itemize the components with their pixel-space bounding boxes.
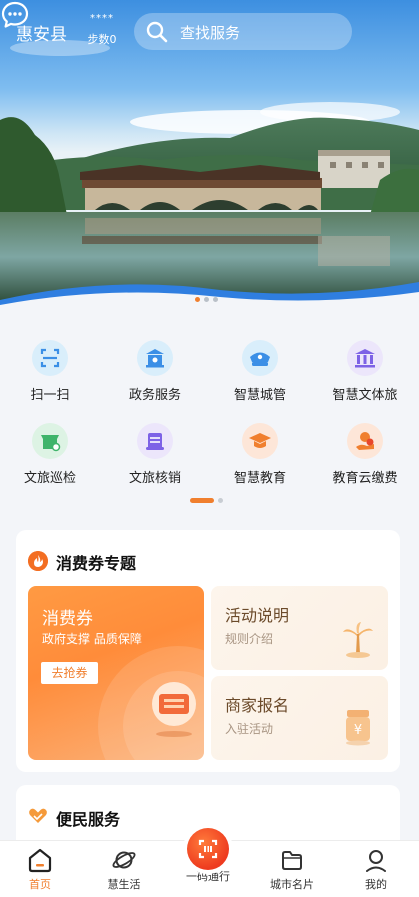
grid-item-education-payment[interactable]: 教育云缴费 <box>315 423 415 486</box>
planet-icon <box>112 851 136 869</box>
grid-page-indicator-active[interactable] <box>190 498 214 503</box>
home-icon <box>28 848 52 873</box>
tab-city-card[interactable]: 城市名片 <box>257 847 327 892</box>
coupon-main-subtitle: 政府支撑 品质保障 <box>42 632 142 646</box>
merchant-title: 商家报名 <box>225 696 290 715</box>
activity-title: 活动说明 <box>225 606 290 625</box>
qrcode-scan-icon <box>198 839 218 859</box>
grid-item-label: 扫一扫 <box>30 388 70 403</box>
grab-coupon-button[interactable]: 去抢券 <box>41 662 98 684</box>
tab-mine[interactable]: 我的 <box>341 847 411 892</box>
payment-hand-icon <box>347 423 383 459</box>
banner-dot[interactable] <box>213 297 218 302</box>
grid-item-label: 文旅核销 <box>128 471 181 486</box>
fire-icon <box>28 551 48 571</box>
grid-item-label: 智慧教育 <box>233 471 286 486</box>
tab-label: 一码通行 <box>186 870 230 883</box>
activity-subtitle: 规则介绍 <box>225 632 274 646</box>
weather-stars: **** <box>90 13 114 24</box>
coupon-section: 消费券专题 消费券 政府支撑 品质保障 去抢券 活动说明 规则介绍 商家报名 入… <box>16 530 400 772</box>
user-icon <box>366 850 386 872</box>
grid-item-education[interactable]: 智慧教育 <box>210 423 310 486</box>
grid-item-label: 智慧城管 <box>233 388 286 403</box>
tab-label: 慧生活 <box>107 878 141 891</box>
grid-item-label: 教育云缴费 <box>332 471 398 486</box>
grid-item-culture-tourism[interactable]: 智慧文体旅 <box>315 340 415 403</box>
museum-icon <box>347 340 383 376</box>
tab-home[interactable]: 首页 <box>5 847 75 892</box>
grid-item-label: 智慧文体旅 <box>332 388 398 403</box>
search-placeholder: 查找服务 <box>180 24 241 42</box>
coupon-section-title: 消费券专题 <box>56 554 137 573</box>
grid-item-inspection[interactable]: 文旅巡检 <box>0 423 100 486</box>
weather-steps-widget[interactable]: **** 步数0 <box>82 13 122 47</box>
search-icon <box>146 21 168 43</box>
banner-pagination <box>195 297 218 302</box>
coupon-main-title: 消费券 <box>42 609 93 629</box>
grid-item-government[interactable]: 政务服务 <box>105 340 205 403</box>
activity-description-card[interactable]: 活动说明 规则介绍 <box>211 586 388 670</box>
convenience-service-title: 便民服务 <box>56 810 121 829</box>
grid-item-verification[interactable]: 文旅核销 <box>105 423 205 486</box>
money-jar-icon: ¥ <box>346 710 370 746</box>
tab-label: 我的 <box>365 878 387 891</box>
police-cap-icon <box>242 340 278 376</box>
government-icon <box>137 340 173 376</box>
folder-icon <box>282 851 302 870</box>
grid-item-label: 政务服务 <box>128 388 181 403</box>
qrcode-scan-button[interactable] <box>187 828 229 870</box>
grid-page-indicator[interactable] <box>218 498 223 503</box>
tab-smart-life[interactable]: 慧生活 <box>89 847 159 892</box>
grid-item-urban-management[interactable]: 智慧城管 <box>210 340 310 403</box>
banner-dot[interactable] <box>204 297 209 302</box>
top-bar: 惠安县 **** 步数0 查找服务 <box>0 0 419 64</box>
search-bar[interactable]: 查找服务 <box>134 13 352 50</box>
helping-hand-heart-icon <box>29 808 47 823</box>
scan-icon <box>32 340 68 376</box>
coupon-main-card[interactable]: 消费券 政府支撑 品质保障 去抢券 <box>28 586 204 760</box>
step-count: 步数0 <box>87 33 117 46</box>
grid-pagination <box>190 498 223 503</box>
tab-label: 城市名片 <box>270 878 314 891</box>
svg-text:¥: ¥ <box>354 723 362 738</box>
ticket-stack-icon <box>137 423 173 459</box>
tab-label: 首页 <box>29 878 51 891</box>
grid-item-scan[interactable]: 扫一扫 <box>0 340 100 403</box>
merchant-signup-card[interactable]: 商家报名 入驻活动 ¥ <box>211 676 388 760</box>
shop-inspect-icon <box>32 423 68 459</box>
graduation-cap-icon <box>242 423 278 459</box>
merchant-subtitle: 入驻活动 <box>225 722 274 736</box>
message-icon[interactable] <box>0 0 30 30</box>
hero-banner[interactable]: 惠安县 **** 步数0 查找服务 <box>0 0 419 318</box>
banner-dot[interactable] <box>195 297 200 302</box>
grid-item-label: 文旅巡检 <box>23 471 76 486</box>
palm-tree-icon <box>343 622 373 658</box>
